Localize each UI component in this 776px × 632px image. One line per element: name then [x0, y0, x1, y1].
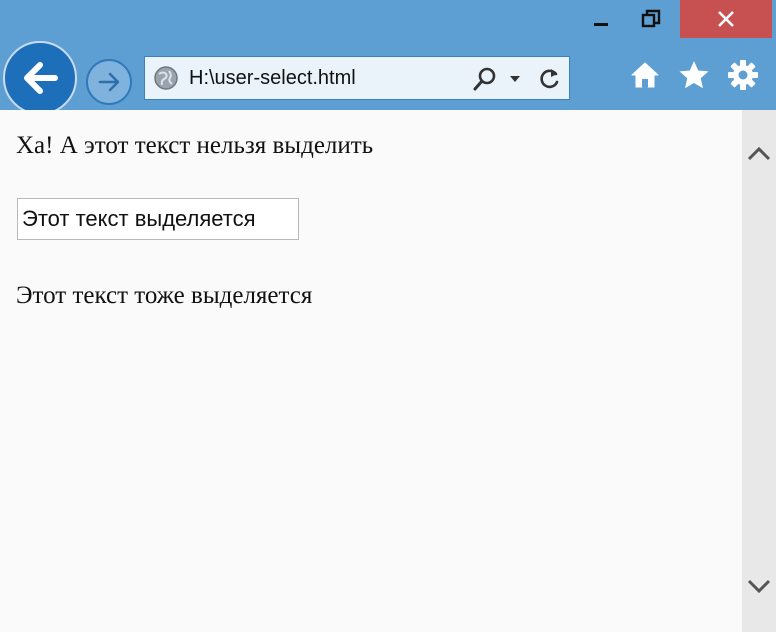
browser-window: H:\user-select.html Ха! А этот текст нел…: [0, 0, 776, 632]
back-button[interactable]: [3, 41, 77, 115]
address-bar[interactable]: H:\user-select.html: [144, 56, 570, 100]
globe-icon: [154, 66, 178, 90]
star-icon: [679, 61, 709, 89]
restore-button[interactable]: [628, 0, 674, 38]
vertical-scrollbar[interactable]: [742, 110, 776, 632]
scroll-down-button[interactable]: [742, 570, 776, 604]
chevron-up-icon: [747, 146, 771, 161]
chevron-down-icon: [747, 579, 771, 594]
text-input[interactable]: [17, 198, 299, 240]
selectable-text: Этот текст тоже выделяется: [16, 282, 313, 309]
title-bar: [0, 0, 776, 38]
scroll-up-button[interactable]: [742, 136, 776, 170]
search-icon[interactable]: [471, 65, 499, 93]
settings-button[interactable]: [726, 58, 760, 92]
navigation-bar: H:\user-select.html: [0, 38, 776, 115]
address-text[interactable]: H:\user-select.html: [189, 57, 356, 99]
close-icon: [718, 11, 734, 27]
back-arrow-icon: [24, 62, 58, 94]
restore-icon: [641, 9, 661, 28]
forward-arrow-icon: [98, 72, 120, 92]
browser-chrome: H:\user-select.html: [0, 0, 776, 115]
minimize-icon: [594, 23, 608, 26]
favorites-button[interactable]: [677, 58, 711, 92]
gear-icon: [728, 60, 758, 90]
forward-button[interactable]: [86, 59, 132, 105]
minimize-button[interactable]: [578, 0, 624, 38]
chevron-down-icon[interactable]: [508, 72, 522, 86]
refresh-icon[interactable]: [535, 65, 563, 93]
unselectable-text: Ха! А этот текст нельзя выделить: [16, 132, 374, 159]
page-content: Ха! А этот текст нельзя выделить Этот те…: [0, 110, 742, 632]
home-icon: [631, 62, 659, 88]
home-button[interactable]: [628, 58, 662, 92]
close-button[interactable]: [680, 0, 772, 38]
